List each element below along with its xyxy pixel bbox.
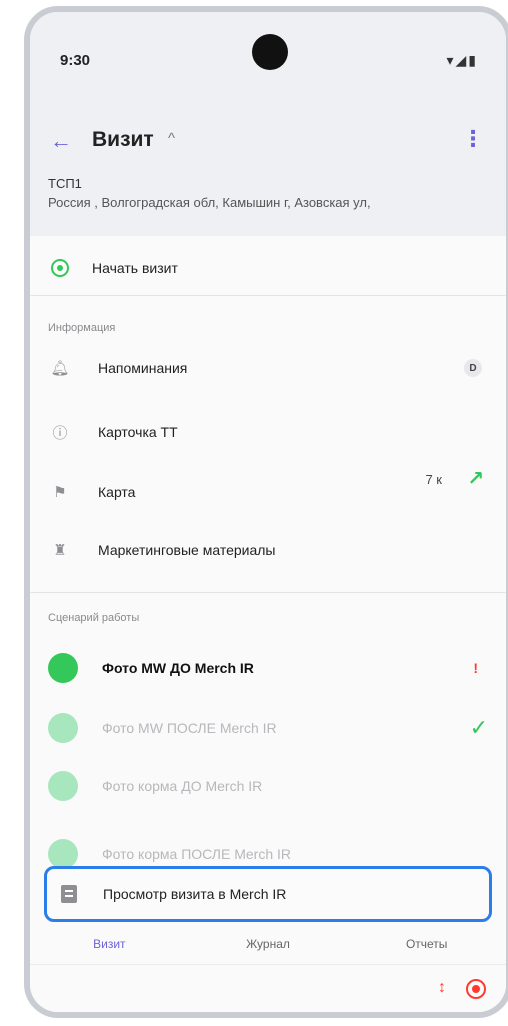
step-status-dot [48,713,78,743]
screen: 9:30 ▾◢▮ ← Визит ^ ⋮ ТСП1 Россия , Волго… [30,12,506,1012]
info-section-title: Информация [48,322,116,334]
scenario-step-1[interactable]: Фото MW ДО Merch IR ! [30,642,506,694]
phone-frame: 9:30 ▾◢▮ ← Визит ^ ⋮ ТСП1 Россия , Волго… [24,6,508,1018]
chevron-up-icon[interactable]: ^ [168,130,175,147]
store-info: ТСП1 Россия , Волгоградская обл, Камышин… [30,170,506,236]
status-time: 9:30 [60,52,91,69]
check-icon: ✓ [469,715,488,740]
sort-icon[interactable]: ↕ [438,979,446,997]
target-icon[interactable] [466,979,486,999]
list-item-marketing[interactable]: ♜ Маркетинговые материалы [30,522,506,578]
document-icon [61,885,77,903]
back-arrow-icon[interactable]: ← [50,128,72,154]
list-item-card[interactable]: ⓘ Карточка ТТ [30,404,506,460]
step-status-dot [48,653,78,683]
map-label: Карта [98,484,136,500]
scenario-step-2[interactable]: Фото MW ПОСЛЕ Merch IR ✓ [30,702,506,754]
view-visit-label: Просмотр визита в Merch IR [103,886,287,902]
scenario-section-title: Сценарий работы [48,612,140,624]
divider [30,592,506,593]
page-title: Визит [92,128,154,151]
view-visit-merch-button[interactable]: Просмотр визита в Merch IR [44,866,492,922]
marketing-label: Маркетинговые материалы [98,542,276,558]
arrow-up-right-icon[interactable]: ↗ [467,466,484,491]
camera-cutout [252,34,288,70]
step-status-dot [48,771,78,801]
tab-journal[interactable]: Журнал [189,924,348,964]
step-label: Фото корма ДО Merch IR [102,778,263,794]
list-item-reminders[interactable]: 🔔︎ Напоминания D [30,340,506,396]
step-label: Фото корма ПОСЛЕ Merch IR [102,846,292,862]
alert-icon: ! [473,660,478,676]
signal-icons: ▾◢▮ [446,52,478,68]
info-icon: ⓘ [52,424,68,442]
flag-icon: ⚑ [53,484,67,501]
scenario-step-3[interactable]: Фото корма ДО Merch IR [30,760,506,812]
step-status-dot [48,839,78,869]
store-address: Россия , Волгоградская обл, Камышин г, А… [48,195,371,210]
reminders-label: Напоминания [98,360,188,376]
reminders-badge: D [464,359,482,377]
app-bar: ← Визит ^ ⋮ [30,112,506,170]
store-name: ТСП1 [48,176,82,191]
tab-reports[interactable]: Отчеты [347,924,506,964]
distance-text: 7 к [425,472,442,487]
more-vertical-icon[interactable]: ⋮ [462,126,484,152]
status-bar: 9:30 ▾◢▮ [30,12,506,112]
list-item-map[interactable]: ⚑ Карта 7 к ↗ [30,464,506,520]
marketing-icon: ♜ [53,542,67,559]
tab-visit[interactable]: Визит [30,924,189,964]
step-label: Фото MW ДО Merch IR [102,660,254,676]
start-visit-icon [48,256,72,280]
step-label: Фото MW ПОСЛЕ Merch IR [102,720,277,736]
bottom-toolbar: ↕ [30,964,506,1012]
start-visit-row[interactable]: Начать визит [30,240,506,296]
card-label: Карточка ТТ [98,424,178,440]
bell-icon: 🔔︎ [50,360,70,377]
bottom-tabs: Визит Журнал Отчеты [30,924,506,964]
start-visit-label: Начать визит [92,259,178,276]
